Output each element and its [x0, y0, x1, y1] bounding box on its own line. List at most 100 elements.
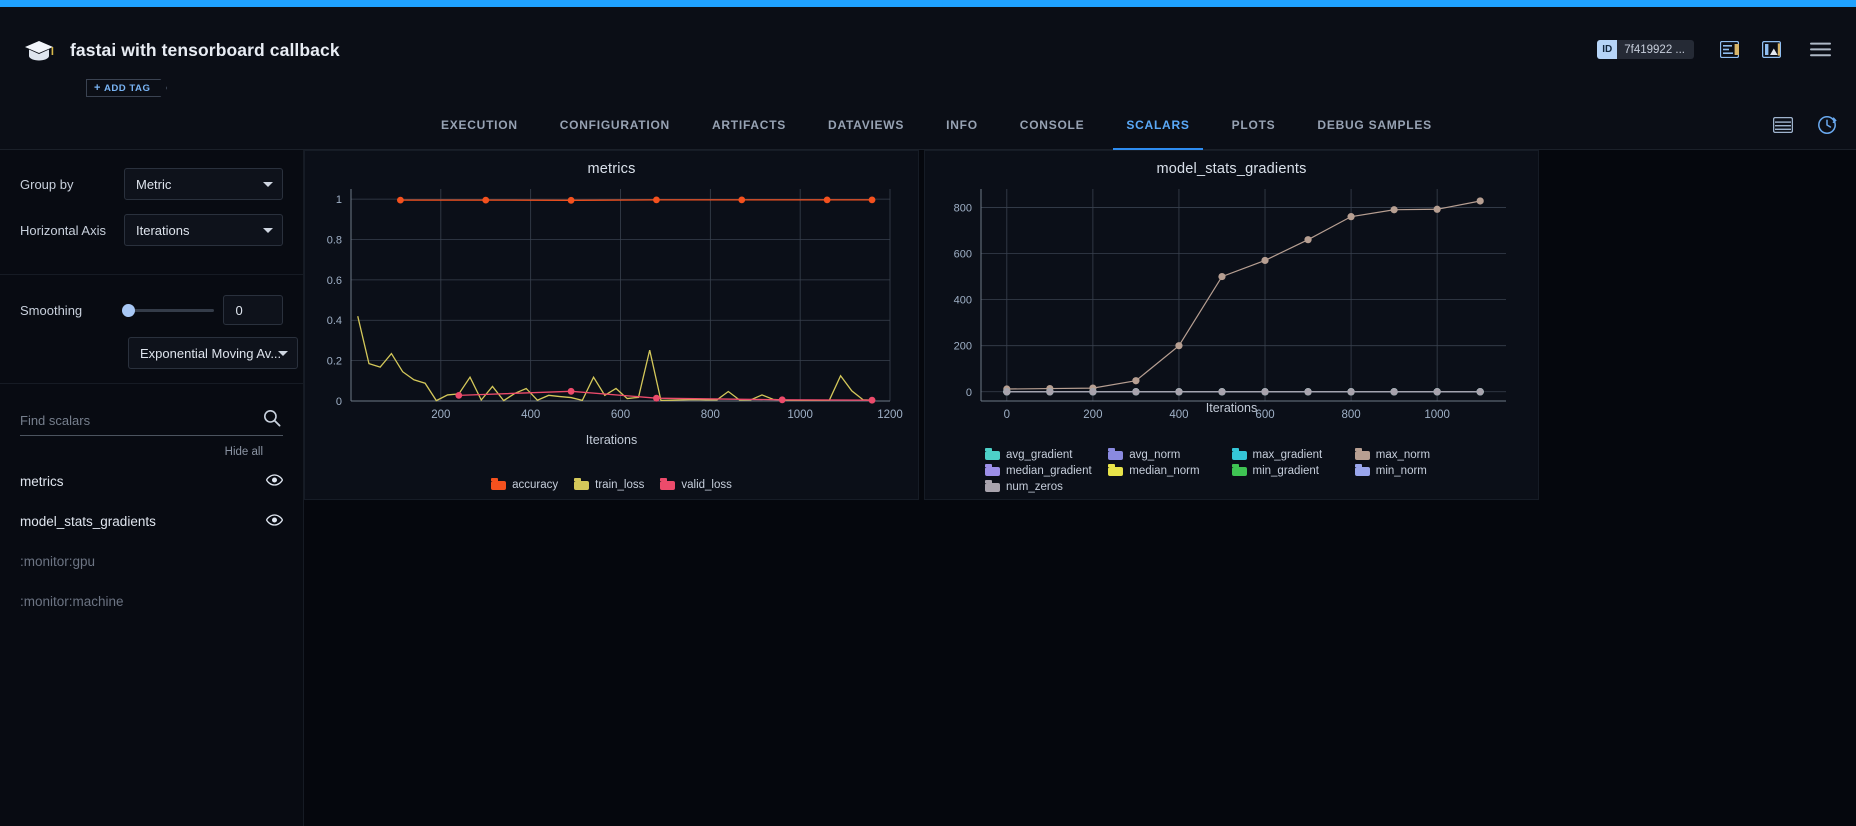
legend-item[interactable]: max_gradient: [1232, 449, 1355, 461]
auto-refresh-icon[interactable]: [1816, 114, 1838, 136]
scalar-item-label: metrics: [20, 474, 266, 489]
svg-text:1200: 1200: [877, 409, 903, 421]
gradients-legend: avg_gradient avg_norm max_gradient max_norm…: [925, 449, 1538, 493]
legend-color-swatch: [491, 481, 506, 490]
legend-item[interactable]: avg_gradient: [985, 449, 1108, 461]
tab-scalars[interactable]: SCALARS: [1105, 100, 1210, 150]
scalar-list: metrics model_stats_gradients :monitor:gpu…: [0, 464, 303, 618]
slider-thumb[interactable]: [122, 304, 135, 317]
plus-icon: +: [94, 82, 101, 94]
legend-label: avg_norm: [1129, 449, 1180, 461]
legend-label: num_zeros: [1006, 481, 1063, 493]
page-title: fastai with tensorboard callback: [70, 40, 340, 61]
legend-label: avg_gradient: [1006, 449, 1073, 461]
top-accent-bar-right: [930, 0, 1856, 7]
metrics-plot[interactable]: 00.20.40.60.8120040060080010001200: [305, 179, 920, 434]
eye-icon[interactable]: [266, 514, 283, 529]
horizontal-axis-select[interactable]: Iterations: [124, 214, 283, 246]
smoothing-algorithm-value: Exponential Moving Av...: [140, 346, 281, 361]
legend-label: valid_loss: [681, 479, 732, 491]
svg-text:200: 200: [954, 341, 972, 353]
chart-card-gradients: model_stats_gradients 020040060080002004…: [924, 150, 1539, 500]
gradients-legend-title: Iterations: [925, 401, 1538, 415]
legend-color-swatch: [985, 483, 1000, 492]
svg-text:0.8: 0.8: [327, 234, 342, 246]
legend-label: max_gradient: [1253, 449, 1323, 461]
graduation-cap-icon: [24, 38, 54, 64]
smoothing-value-input[interactable]: 0: [223, 295, 283, 325]
id-value: 7f419922 ...: [1617, 44, 1694, 56]
tab-debug-samples[interactable]: DEBUG SAMPLES: [1296, 100, 1452, 150]
tab-execution[interactable]: EXECUTION: [420, 100, 539, 150]
hide-all-button[interactable]: Hide all: [20, 436, 283, 458]
legend-label: train_loss: [595, 479, 644, 491]
svg-text:0: 0: [966, 387, 972, 399]
legend-color-swatch: [1232, 451, 1247, 460]
tab-plots[interactable]: PLOTS: [1211, 100, 1297, 150]
svg-text:600: 600: [611, 409, 630, 421]
image-panel-icon[interactable]: [1760, 39, 1782, 60]
smoothing-controls: Smoothing 0 Exponential Moving Av...: [0, 275, 303, 384]
group-by-label: Group by: [20, 177, 124, 192]
gradients-plot[interactable]: 020040060080002004006008001000: [925, 179, 1540, 434]
legend-label: min_norm: [1376, 465, 1427, 477]
legend-item[interactable]: min_gradient: [1232, 465, 1355, 477]
scalar-item[interactable]: :monitor:machine: [0, 584, 303, 618]
scalar-item[interactable]: metrics: [0, 464, 303, 498]
tab-configuration[interactable]: CONFIGURATION: [539, 100, 691, 150]
table-view-icon[interactable]: [1772, 114, 1794, 136]
legend-color-swatch: [574, 481, 589, 490]
legend-color-swatch: [1232, 467, 1247, 476]
svg-text:800: 800: [954, 202, 972, 214]
legend-label: min_gradient: [1253, 465, 1319, 477]
legend-item[interactable]: train_loss: [574, 479, 644, 491]
scalar-item[interactable]: model_stats_gradients: [0, 504, 303, 538]
log-panel-icon[interactable]: [1718, 39, 1740, 60]
legend-item[interactable]: avg_norm: [1108, 449, 1231, 461]
legend-item[interactable]: median_norm: [1108, 465, 1231, 477]
eye-icon[interactable]: [266, 474, 283, 489]
page-header: fastai with tensorboard callback + ADD T…: [0, 7, 1856, 100]
tab-bar: EXECUTIONCONFIGURATIONARTIFACTSDATAVIEWS…: [0, 100, 1856, 150]
task-id-chip[interactable]: ID 7f419922 ...: [1597, 40, 1694, 59]
svg-text:400: 400: [521, 409, 540, 421]
legend-item[interactable]: min_norm: [1355, 465, 1478, 477]
id-label: ID: [1597, 40, 1617, 59]
search-input[interactable]: [20, 406, 230, 434]
metrics-xaxis-label: Iterations: [305, 433, 918, 447]
legend-label: median_gradient: [1006, 465, 1092, 477]
search-icon[interactable]: [263, 409, 281, 432]
scalar-item-label: :monitor:machine: [20, 594, 283, 609]
legend-color-swatch: [985, 467, 1000, 476]
tab-dataviews[interactable]: DATAVIEWS: [807, 100, 925, 150]
add-tag-label: ADD TAG: [104, 83, 151, 94]
add-tag-button[interactable]: + ADD TAG: [86, 79, 167, 97]
legend-item[interactable]: median_gradient: [985, 465, 1108, 477]
tab-artifacts[interactable]: ARTIFACTS: [691, 100, 807, 150]
legend-color-swatch: [1108, 467, 1123, 476]
legend-item[interactable]: accuracy: [491, 479, 558, 491]
smoothing-algorithm-select[interactable]: Exponential Moving Av...: [128, 337, 298, 369]
scalar-item-label: :monitor:gpu: [20, 554, 283, 569]
hamburger-menu-icon[interactable]: [1809, 39, 1831, 60]
charts-area: metrics 00.20.40.60.81200400600800100012…: [304, 150, 1856, 826]
legend-item[interactable]: max_norm: [1355, 449, 1478, 461]
scalar-item[interactable]: :monitor:gpu: [0, 544, 303, 578]
svg-text:0: 0: [336, 396, 342, 408]
horizontal-axis-label: Horizontal Axis: [20, 223, 124, 238]
chart-controls: Group by Metric Horizontal Axis Iteratio…: [0, 150, 303, 275]
legend-color-swatch: [1355, 451, 1370, 460]
group-by-select[interactable]: Metric: [124, 168, 283, 200]
legend-color-swatch: [985, 451, 1000, 460]
legend-item[interactable]: num_zeros: [985, 481, 1108, 493]
chevron-down-icon: [263, 182, 273, 187]
chart-card-metrics: metrics 00.20.40.60.81200400600800100012…: [304, 150, 919, 500]
tab-info[interactable]: INFO: [925, 100, 999, 150]
chevron-down-icon: [278, 351, 288, 356]
tab-console[interactable]: CONSOLE: [999, 100, 1106, 150]
legend-item[interactable]: valid_loss: [660, 479, 732, 491]
chart-title-metrics: metrics: [305, 151, 918, 177]
smoothing-slider[interactable]: [122, 300, 209, 320]
horizontal-axis-value: Iterations: [136, 223, 189, 238]
group-by-row: Group by Metric: [20, 168, 283, 200]
